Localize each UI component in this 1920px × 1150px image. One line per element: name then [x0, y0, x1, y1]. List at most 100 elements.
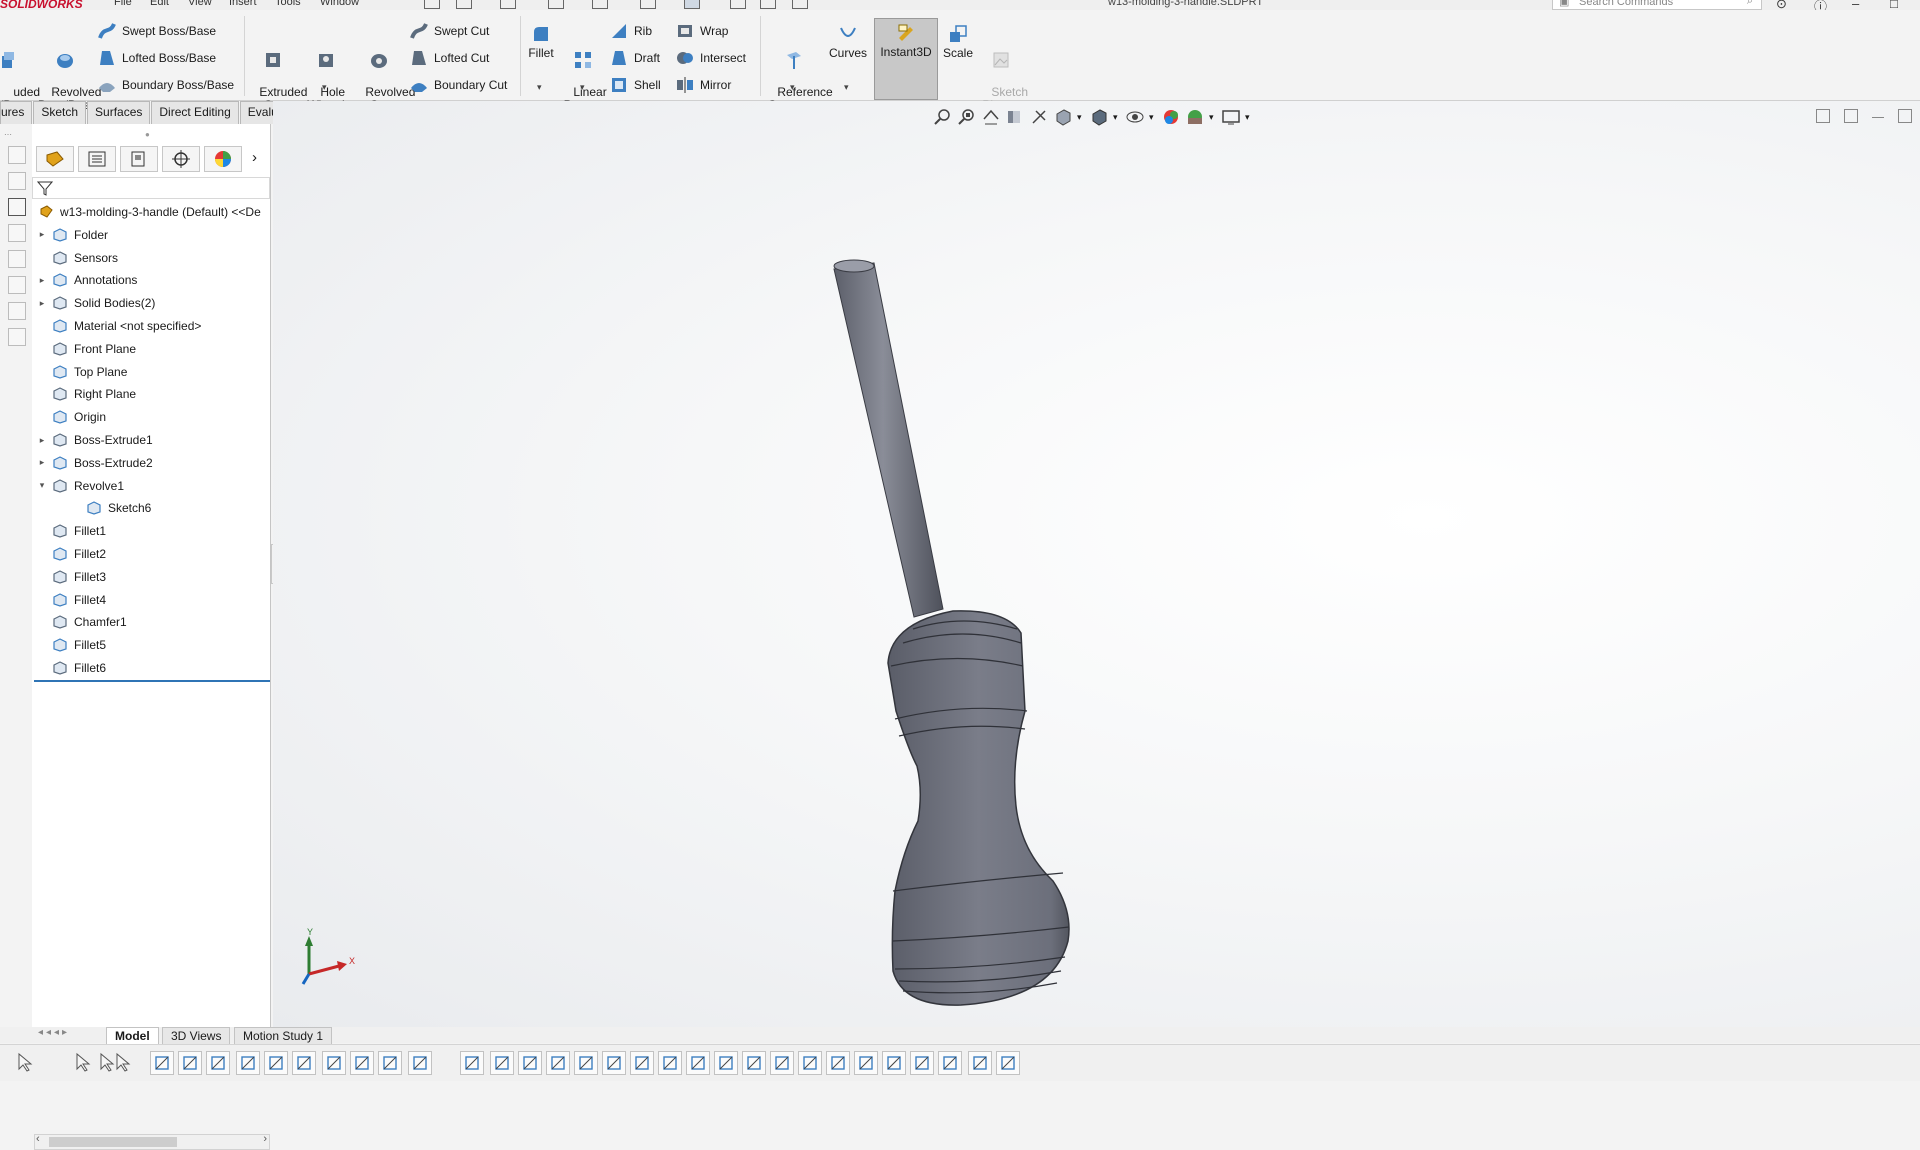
split-line-icon[interactable]	[968, 1051, 992, 1075]
instant3d-button[interactable]: Instant3D	[874, 18, 938, 100]
tab-surfaces[interactable]: Surfaces	[87, 101, 151, 124]
hide-show-items-icon[interactable]	[1125, 107, 1145, 127]
tab-sketch[interactable]: Sketch	[33, 101, 87, 124]
mate-reference-icon[interactable]	[910, 1051, 934, 1075]
options-gear-icon[interactable]	[792, 0, 808, 9]
boundary-cut-button[interactable]: Boundary Cut	[410, 76, 507, 94]
dimension-icon[interactable]	[460, 1051, 484, 1075]
fillet-button[interactable]: Fillet	[526, 24, 556, 60]
tile-left-icon[interactable]	[1816, 109, 1830, 123]
open-icon[interactable]	[500, 0, 516, 9]
save-icon[interactable]	[548, 0, 564, 9]
chamfer-sketch-icon[interactable]	[602, 1051, 626, 1075]
plane-icon[interactable]	[770, 1051, 794, 1075]
feature-tree-tab[interactable]	[36, 146, 74, 172]
curves-button[interactable]: Curves	[826, 24, 870, 60]
expand-arrow-icon[interactable]: ▸	[36, 298, 48, 309]
wrap-button[interactable]: Wrap	[676, 22, 728, 40]
viewport-restore-icon[interactable]	[1898, 109, 1912, 123]
configuration-manager-tab[interactable]	[120, 146, 158, 172]
view-settings-icon[interactable]	[1221, 107, 1241, 127]
tree-item[interactable]: Fillet6	[36, 658, 106, 678]
tree-item[interactable]: Fillet4	[36, 590, 106, 610]
collapse-arrow-icon[interactable]: ▾	[36, 480, 48, 491]
expand-arrow-icon[interactable]: ▸	[36, 435, 48, 446]
restore-icon[interactable]: □	[1890, 0, 1898, 10]
tree-item[interactable]: Right Plane	[36, 384, 136, 404]
scale-button[interactable]: Scale	[940, 24, 976, 60]
tree-item[interactable]: ▸ Boss-Extrude2	[36, 453, 153, 473]
construction-line-icon[interactable]	[178, 1051, 202, 1075]
tree-item[interactable]: ▸ Solid Bodies(2)	[36, 293, 156, 313]
task-pane-icon-6[interactable]	[8, 276, 26, 294]
mirror-entities-icon[interactable]	[518, 1051, 542, 1075]
rib-button[interactable]: Rib	[610, 22, 652, 40]
tab-scroll-arrows-icon[interactable]: ◂◂◂▸	[38, 1027, 70, 1038]
swept-cut-button[interactable]: Swept Cut	[410, 22, 489, 40]
draft-button[interactable]: Draft	[610, 49, 660, 67]
tree-item[interactable]: Front Plane	[36, 339, 136, 359]
select-icon[interactable]	[684, 0, 700, 9]
task-pane-icon-5[interactable]	[8, 250, 26, 268]
tree-item[interactable]: Top Plane	[36, 362, 127, 382]
lofted-cut-button[interactable]: Lofted Cut	[410, 49, 489, 67]
apply-scene-dropdown-icon[interactable]: ▾	[1209, 107, 1217, 129]
graphics-area[interactable]: ▾ ▾ ▾ ▾ ▾ Y X	[273, 101, 1920, 1028]
menu-window[interactable]: Window	[320, 0, 359, 8]
linear-sketch-pattern-icon[interactable]	[546, 1051, 570, 1075]
tree-item[interactable]: Sketch6	[70, 498, 151, 518]
view-orientation-dropdown-icon[interactable]: ▾	[1077, 107, 1085, 129]
boundary-boss-button[interactable]: Boundary Boss/Base	[98, 76, 234, 94]
scroll-left-icon[interactable]: ‹	[36, 1133, 40, 1145]
zoom-to-area-icon[interactable]	[957, 107, 977, 127]
tree-filter-bar[interactable]	[32, 177, 270, 199]
sketch-3d-icon[interactable]	[264, 1051, 288, 1075]
select-icon[interactable]	[72, 1051, 96, 1075]
previous-view-icon[interactable]	[981, 107, 1001, 127]
viewport-minimize-icon[interactable]	[1872, 109, 1884, 118]
center-of-mass-icon[interactable]	[882, 1051, 906, 1075]
tab-features[interactable]: ures	[0, 101, 33, 124]
task-pane-icon-8[interactable]	[8, 328, 26, 346]
menu-tools[interactable]: Tools	[275, 0, 301, 8]
mirror-button[interactable]: Mirror	[676, 76, 731, 94]
spline-icon[interactable]	[322, 1051, 346, 1075]
new-document-icon[interactable]	[456, 0, 472, 9]
task-pane-icon-1[interactable]	[8, 146, 26, 164]
tree-item[interactable]: ▸ Boss-Extrude1	[36, 430, 153, 450]
dynamic-annotation-icon[interactable]	[1029, 107, 1049, 127]
zoom-to-fit-icon[interactable]	[933, 107, 953, 127]
selection-filter-icon[interactable]	[14, 1051, 38, 1075]
scale-entities-icon[interactable]	[686, 1051, 710, 1075]
display-style-dropdown-icon[interactable]: ▾	[1113, 107, 1121, 129]
rotate-entities-icon[interactable]	[658, 1051, 682, 1075]
tree-item[interactable]: Sensors	[36, 248, 118, 268]
section-view-icon[interactable]	[1005, 107, 1025, 127]
undo-icon[interactable]	[640, 0, 656, 9]
menu-file[interactable]: File	[114, 0, 132, 8]
point-ref-icon[interactable]	[854, 1051, 878, 1075]
tree-horizontal-scrollbar[interactable]: ‹ ›	[34, 1133, 270, 1150]
move-entities-icon[interactable]	[630, 1051, 654, 1075]
file-properties-icon[interactable]	[760, 0, 776, 9]
line-icon[interactable]	[150, 1051, 174, 1075]
home-icon[interactable]	[424, 0, 440, 9]
linear-pattern-dropdown-icon[interactable]: ▾	[580, 82, 585, 93]
tab-direct-editing[interactable]: Direct Editing	[151, 101, 239, 124]
view-settings-dropdown-icon[interactable]: ▾	[1245, 107, 1253, 129]
display-style-icon[interactable]	[1089, 107, 1109, 127]
intersect-button[interactable]: Intersect	[676, 49, 746, 67]
user-account-icon[interactable]: ⊙	[1776, 0, 1787, 10]
expand-arrow-icon[interactable]: ▸	[36, 229, 48, 240]
text-icon[interactable]	[742, 1051, 766, 1075]
task-pane-icon-4[interactable]	[8, 224, 26, 242]
tree-item[interactable]: ▾ Revolve1	[36, 476, 124, 496]
rollback-bar[interactable]	[34, 680, 270, 682]
help-icon[interactable]: ⓘ	[1814, 0, 1827, 10]
stretch-icon[interactable]	[714, 1051, 738, 1075]
menu-view[interactable]: View	[188, 0, 212, 8]
coordinate-system-icon[interactable]	[826, 1051, 850, 1075]
tree-root[interactable]: w13-molding-3-handle (Default) <<De	[34, 202, 261, 222]
axis-icon[interactable]	[798, 1051, 822, 1075]
curves-dropdown-icon[interactable]: ▾	[844, 82, 849, 93]
